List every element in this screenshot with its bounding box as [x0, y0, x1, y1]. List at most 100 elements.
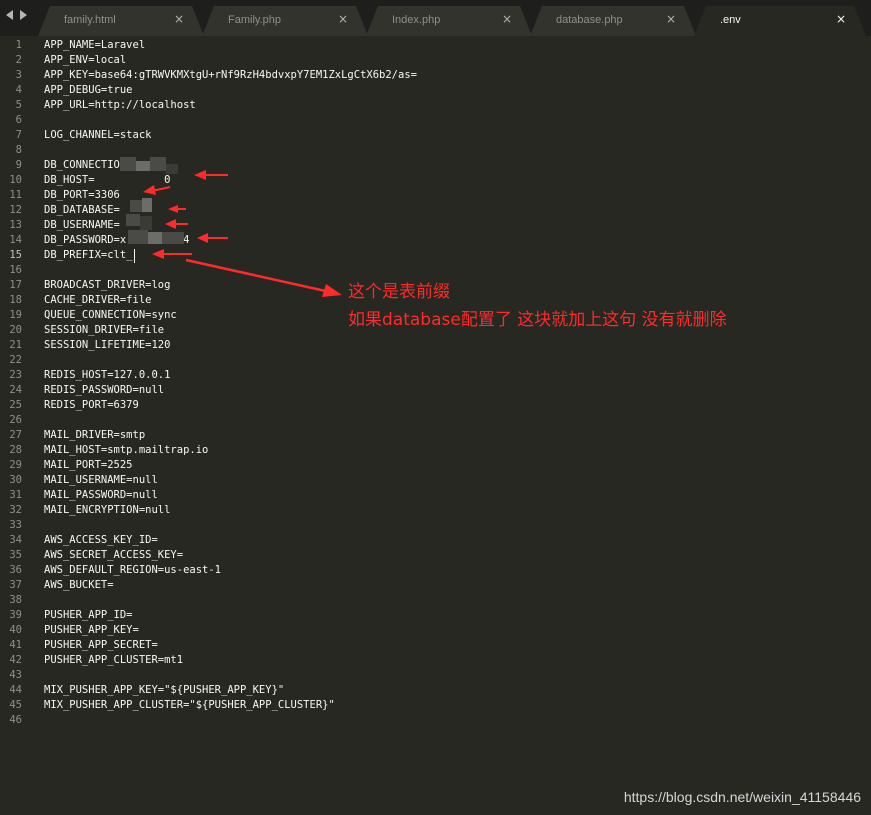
close-icon[interactable]: ×	[338, 12, 348, 26]
arrow-left-icon[interactable]	[6, 10, 13, 20]
line-number: 13	[9, 219, 22, 231]
code-text[interactable]: APP_ENV=local	[44, 53, 126, 68]
code-line[interactable]: 41 PUSHER_APP_SECRET=	[0, 638, 871, 653]
code-text[interactable]: MAIL_PORT=2525	[44, 458, 133, 473]
code-line[interactable]: 5 APP_URL=http://localhost	[0, 98, 871, 113]
editor-window: family.html × Family.php × Index.php × d…	[0, 0, 871, 815]
code-line[interactable]: 26	[0, 413, 871, 428]
code-text[interactable]: BROADCAST_DRIVER=log	[44, 278, 170, 293]
code-line[interactable]: 8	[0, 143, 871, 158]
line-number: 29	[9, 459, 22, 471]
code-text[interactable]: DB_HOST= 0	[44, 173, 170, 188]
code-line[interactable]: 24 REDIS_PASSWORD=null	[0, 383, 871, 398]
code-text[interactable]: PUSHER_APP_SECRET=	[44, 638, 158, 653]
tab-family-php[interactable]: Family.php ×	[202, 6, 368, 36]
code-text[interactable]: REDIS_HOST=127.0.0.1	[44, 368, 170, 383]
code-line[interactable]: 44 MIX_PUSHER_APP_KEY="${PUSHER_APP_KEY}"	[0, 683, 871, 698]
tab-env[interactable]: .env ×	[694, 6, 866, 36]
code-text[interactable]: PUSHER_APP_CLUSTER=mt1	[44, 653, 183, 668]
tab-bar: family.html × Family.php × Index.php × d…	[0, 0, 871, 36]
code-text[interactable]: AWS_ACCESS_KEY_ID=	[44, 533, 158, 548]
code-text[interactable]: MIX_PUSHER_APP_KEY="${PUSHER_APP_KEY}"	[44, 683, 284, 698]
close-icon[interactable]: ×	[502, 12, 512, 26]
code-line[interactable]: 40 PUSHER_APP_KEY=	[0, 623, 871, 638]
code-line[interactable]: 6	[0, 113, 871, 128]
code-line[interactable]: 35 AWS_SECRET_ACCESS_KEY=	[0, 548, 871, 563]
code-line[interactable]: 39 PUSHER_APP_ID=	[0, 608, 871, 623]
line-number: 28	[9, 444, 22, 456]
code-text[interactable]: SESSION_DRIVER=file	[44, 323, 164, 338]
code-text[interactable]: MAIL_USERNAME=null	[44, 473, 158, 488]
code-text[interactable]: APP_DEBUG=true	[44, 83, 133, 98]
code-text[interactable]: QUEUE_CONNECTION=sync	[44, 308, 177, 323]
code-line[interactable]: 23 REDIS_HOST=127.0.0.1	[0, 368, 871, 383]
tab-index-php[interactable]: Index.php ×	[366, 6, 532, 36]
code-line[interactable]: 30 MAIL_USERNAME=null	[0, 473, 871, 488]
code-line[interactable]: 28 MAIL_HOST=smtp.mailtrap.io	[0, 443, 871, 458]
line-number: 15	[9, 249, 22, 261]
close-icon[interactable]: ×	[836, 12, 846, 26]
code-text[interactable]: LOG_CHANNEL=stack	[44, 128, 151, 143]
code-line[interactable]: 36 AWS_DEFAULT_REGION=us-east-1	[0, 563, 871, 578]
line-number: 17	[9, 279, 22, 291]
code-line[interactable]: 46	[0, 713, 871, 728]
code-text[interactable]: AWS_BUCKET=	[44, 578, 114, 593]
code-text[interactable]: CACHE_DRIVER=file	[44, 293, 151, 308]
code-text[interactable]: MIX_PUSHER_APP_CLUSTER="${PUSHER_APP_CLU…	[44, 698, 335, 713]
redaction-mosaic	[148, 232, 162, 244]
code-text[interactable]: DB_DATABASE=	[44, 203, 120, 218]
code-text[interactable]: DB_USERNAME=	[44, 218, 120, 233]
code-line[interactable]: 10 DB_HOST= 0	[0, 173, 871, 188]
code-text[interactable]: PUSHER_APP_KEY=	[44, 623, 139, 638]
code-text[interactable]: DB_PREFIX=clt_	[44, 248, 133, 263]
code-text[interactable]: AWS_SECRET_ACCESS_KEY=	[44, 548, 183, 563]
code-line[interactable]: 22	[0, 353, 871, 368]
code-line[interactable]: 45 MIX_PUSHER_APP_CLUSTER="${PUSHER_APP_C…	[0, 698, 871, 713]
code-text[interactable]: MAIL_PASSWORD=null	[44, 488, 158, 503]
code-line[interactable]: 3 APP_KEY=base64:gTRWVKMXtgU+rNf9RzH4bdvx…	[0, 68, 871, 83]
code-line[interactable]: 37 AWS_BUCKET=	[0, 578, 871, 593]
watermark: https://blog.csdn.net/weixin_41158446	[623, 789, 861, 805]
code-line[interactable]: 29 MAIL_PORT=2525	[0, 458, 871, 473]
code-text[interactable]: APP_KEY=base64:gTRWVKMXtgU+rNf9RzH4bdvxp…	[44, 68, 417, 83]
code-line[interactable]: 4 APP_DEBUG=true	[0, 83, 871, 98]
code-line[interactable]: 21 SESSION_LIFETIME=120	[0, 338, 871, 353]
code-text[interactable]: DB_PORT=3306	[44, 188, 120, 203]
code-line[interactable]: 42 PUSHER_APP_CLUSTER=mt1	[0, 653, 871, 668]
code-line[interactable]: 27 MAIL_DRIVER=smtp	[0, 428, 871, 443]
code-line[interactable]: 34 AWS_ACCESS_KEY_ID=	[0, 533, 871, 548]
code-line[interactable]: 43	[0, 668, 871, 683]
tab-family-html[interactable]: family.html ×	[38, 6, 204, 36]
line-number: 4	[15, 84, 22, 96]
code-line[interactable]: 38	[0, 593, 871, 608]
code-line[interactable]: 2 APP_ENV=local	[0, 53, 871, 68]
redaction-mosaic	[150, 157, 166, 171]
code-text[interactable]: REDIS_PASSWORD=null	[44, 383, 164, 398]
code-line[interactable]: 25 REDIS_PORT=6379	[0, 398, 871, 413]
code-text[interactable]: REDIS_PORT=6379	[44, 398, 139, 413]
code-editor[interactable]: 46 45 MIX_PUSHER_APP_CLUSTER="${PUSHER_APP…	[0, 36, 871, 815]
code-line[interactable]: 31 MAIL_PASSWORD=null	[0, 488, 871, 503]
close-icon[interactable]: ×	[174, 12, 184, 26]
code-text[interactable]: APP_NAME=Laravel	[44, 38, 145, 53]
tab-database-php[interactable]: database.php ×	[530, 6, 696, 36]
close-icon[interactable]: ×	[666, 12, 676, 26]
code-text[interactable]: SESSION_LIFETIME=120	[44, 338, 170, 353]
code-line[interactable]: 32 MAIL_ENCRYPTION=null	[0, 503, 871, 518]
code-line[interactable]: 7 LOG_CHANNEL=stack	[0, 128, 871, 143]
code-text[interactable]: PUSHER_APP_ID=	[44, 608, 133, 623]
code-text[interactable]: AWS_DEFAULT_REGION=us-east-1	[44, 563, 221, 578]
code-text[interactable]: APP_URL=http://localhost	[44, 98, 196, 113]
code-line[interactable]: 16	[0, 263, 871, 278]
line-number: 1	[15, 39, 22, 51]
code-line[interactable]: 33	[0, 518, 871, 533]
code-text[interactable]: MAIL_HOST=smtp.mailtrap.io	[44, 443, 208, 458]
redaction-mosaic	[142, 198, 152, 212]
line-number: 36	[9, 564, 22, 576]
code-line[interactable]: 15 DB_PREFIX=clt_	[0, 248, 871, 263]
code-text[interactable]: MAIL_DRIVER=smtp	[44, 428, 145, 443]
line-number: 35	[9, 549, 22, 561]
code-text[interactable]: MAIL_ENCRYPTION=null	[44, 503, 170, 518]
arrow-right-icon[interactable]	[20, 10, 27, 20]
code-line[interactable]: 1 APP_NAME=Laravel	[0, 38, 871, 53]
